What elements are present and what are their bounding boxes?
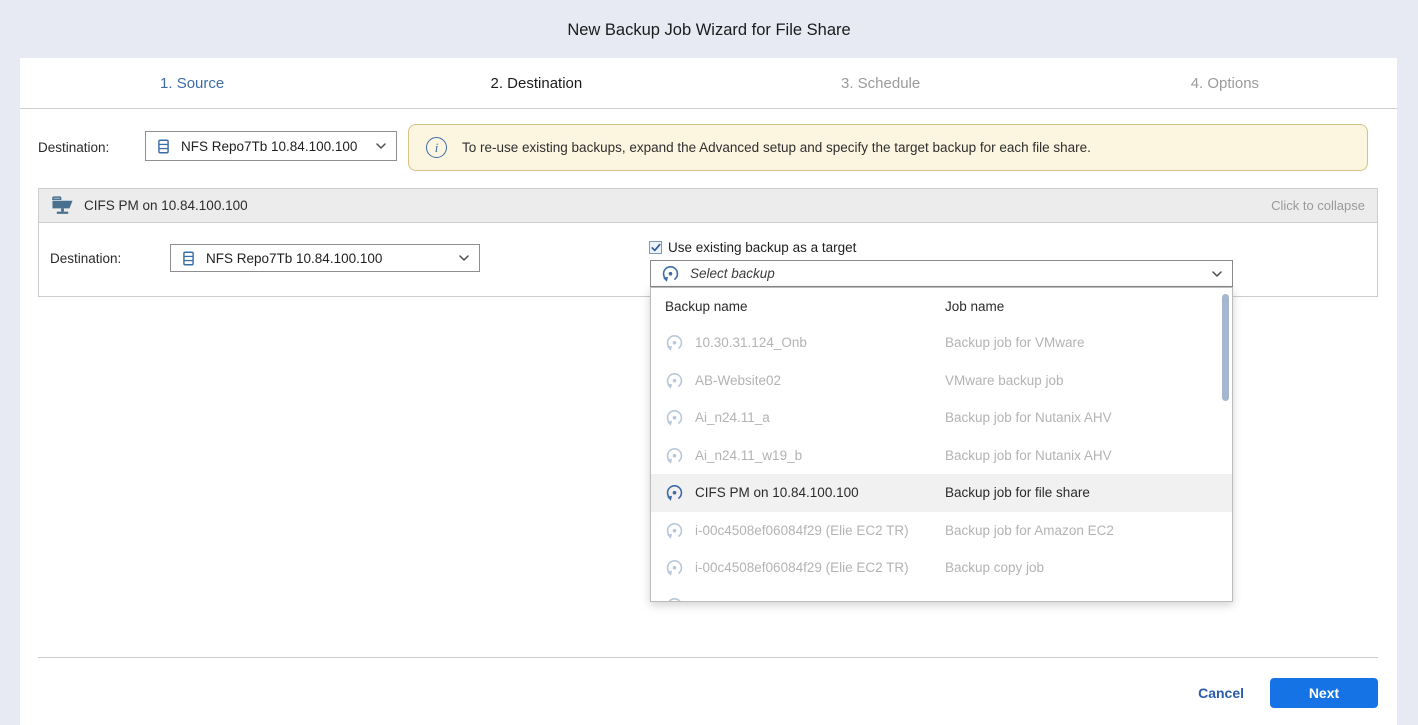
restore-arrow-icon [665, 446, 684, 465]
info-circle-icon: i [426, 137, 447, 158]
inner-destination-label: Destination: [50, 251, 121, 266]
collapse-hint: Click to collapse [1271, 198, 1365, 213]
share-section-title: CIFS PM on 10.84.100.100 [84, 198, 248, 213]
backup-row[interactable]: Ai_n24.11_w19_b Backup job for Nutanix A… [651, 437, 1232, 475]
tab-destination[interactable]: 2. Destination [364, 58, 708, 108]
backup-row[interactable]: Ai_n24.11_a Backup job for Nutanix AHV [651, 399, 1232, 437]
restore-arrow-icon [665, 483, 684, 502]
page-title: New Backup Job Wizard for File Share [0, 21, 1418, 40]
job-name-cell: Backup job for file share [945, 485, 1090, 500]
chevron-down-icon [1212, 271, 1222, 277]
wizard-panel: 1. Source 2. Destination 3. Schedule 4. … [20, 58, 1397, 725]
restore-arrow-icon [665, 408, 684, 427]
info-banner: i To re-use existing backups, expand the… [408, 124, 1368, 171]
restore-arrow-icon [665, 596, 684, 602]
chevron-down-icon [459, 255, 469, 261]
job-name-cell: Backup job for Amazon EC2 [945, 523, 1114, 538]
share-section-header[interactable]: CIFS PM on 10.84.100.100 Click to collap… [38, 188, 1378, 223]
backup-row[interactable]: AB-Website02 VMware backup job [651, 362, 1232, 400]
tab-source[interactable]: 1. Source [20, 58, 364, 108]
job-name-cell: Backup job for Nutanix AHV [945, 410, 1112, 425]
use-existing-checkbox[interactable] [649, 241, 662, 254]
backup-dropdown-header: Backup name Job name [651, 288, 1232, 324]
backup-row[interactable]: 10.30.31.124_Onb Backup job for VMware [651, 324, 1232, 362]
wizard-steps: 1. Source 2. Destination 3. Schedule 4. … [20, 58, 1397, 109]
tab-schedule[interactable]: 3. Schedule [709, 58, 1053, 108]
backup-name-cell: 10.30.31.124_Onb [695, 335, 945, 350]
footer-divider [38, 657, 1378, 658]
database-icon [156, 138, 171, 155]
backup-name-cell: Ai_n24.11_w19_b [695, 448, 945, 463]
restore-arrow-icon [665, 333, 684, 352]
column-backup-name: Backup name [665, 299, 945, 314]
inner-destination-dropdown[interactable]: NFS Repo7Tb 10.84.100.100 [170, 244, 480, 272]
job-name-cell: VMware backup job [945, 373, 1064, 388]
use-existing-label: Use existing backup as a target [668, 240, 856, 255]
tab-options[interactable]: 4. Options [1053, 58, 1397, 108]
restore-arrow-icon [665, 558, 684, 577]
info-banner-text: To re-use existing backups, expand the A… [462, 140, 1091, 155]
checkmark-icon [651, 243, 661, 252]
restore-arrow-icon [661, 264, 680, 283]
restore-arrow-icon [665, 521, 684, 540]
job-name-cell: Backup job for Nutanix AHV [945, 448, 1112, 463]
backup-select[interactable]: Select backup [650, 260, 1233, 287]
job-name-cell: Backup copy job [945, 560, 1044, 575]
column-job-name: Job name [945, 299, 1004, 314]
backup-select-placeholder: Select backup [690, 266, 775, 281]
chevron-down-icon [376, 143, 386, 149]
backup-name-cell: CIFS PM on 10.84.100.100 [695, 485, 945, 500]
backup-row[interactable]: CIFS PM on 10.84.100.100 Backup job for … [651, 474, 1232, 512]
backup-row[interactable]: i-00c4508ef06084f29 (Elie EC2 TR) Backup… [651, 549, 1232, 587]
next-button[interactable]: Next [1270, 678, 1378, 708]
use-existing-row: Use existing backup as a target [649, 240, 856, 255]
destination-label: Destination: [38, 140, 109, 155]
destination-dropdown[interactable]: NFS Repo7Tb 10.84.100.100 [145, 131, 397, 161]
backup-name-cell: Ai_n24.11_a [695, 410, 945, 425]
backup-dropdown: Backup name Job name 10.30.31.124_Onb Ba… [650, 287, 1233, 602]
backup-name-cell: i-00c4508ef06084f29 (Elie EC2 TR) [695, 560, 945, 575]
share-folder-icon [51, 195, 74, 216]
backup-row-partial[interactable] [651, 587, 1232, 603]
backup-name-cell: i-00c4508ef06084f29 (Elie EC2 TR) [695, 523, 945, 538]
inner-destination-value: NFS Repo7Tb 10.84.100.100 [206, 251, 382, 266]
database-icon [181, 250, 196, 267]
footer: Cancel Next [1198, 678, 1378, 708]
dropdown-scrollbar-thumb[interactable] [1222, 294, 1229, 401]
cancel-button[interactable]: Cancel [1198, 685, 1244, 701]
backup-name-cell: AB-Website02 [695, 373, 945, 388]
job-name-cell: Backup job for VMware [945, 335, 1085, 350]
backup-dropdown-rows: 10.30.31.124_Onb Backup job for VMware A… [651, 324, 1232, 587]
restore-arrow-icon [665, 371, 684, 390]
backup-row[interactable]: i-00c4508ef06084f29 (Elie EC2 TR) Backup… [651, 512, 1232, 550]
destination-value: NFS Repo7Tb 10.84.100.100 [181, 139, 357, 154]
